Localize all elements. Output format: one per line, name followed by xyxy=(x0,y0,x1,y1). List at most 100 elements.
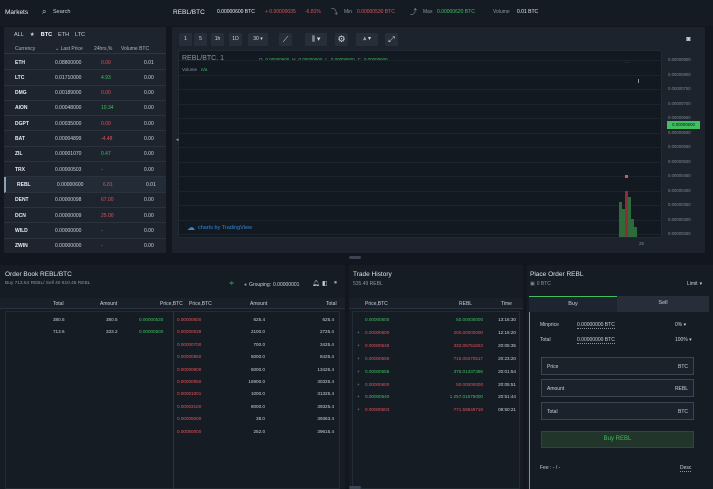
fullscreen-icon[interactable]: ⤢ xyxy=(385,33,398,46)
sell-price: 0.00000700 xyxy=(177,341,202,347)
trade-amount: 1 257.01675000 xyxy=(449,394,483,400)
orderbook-buy-row[interactable]: 380.5 380.5 0.00000530 xyxy=(0,315,173,327)
col-last-price[interactable]: ⌄ Last Price xyxy=(55,46,83,52)
price-tick: 0.00000550 xyxy=(668,144,691,149)
minprice-pct-dropdown[interactable]: 0% ▾ xyxy=(675,322,686,328)
trade-sign: + xyxy=(357,368,360,374)
trade-price: 0.00000600 xyxy=(365,381,390,387)
price-field[interactable]: Price BTC xyxy=(541,357,694,375)
bell-icon[interactable]: 🔔︎ xyxy=(312,280,320,287)
volume-value: 0.01 BTC xyxy=(517,9,539,15)
market-row[interactable]: ZWIN 0.00000000 - 0.00 xyxy=(4,239,166,253)
orderbook-sell-row[interactable]: 0.00000900 5000.0 13425.4 xyxy=(174,365,345,377)
camera-icon[interactable]: ◙ xyxy=(682,33,695,46)
trade-sign: + xyxy=(357,381,360,387)
sell-total: 39615.4 xyxy=(317,428,334,434)
minprice-value[interactable]: 0.00000000 BTC xyxy=(577,322,615,329)
sell-amount: 16900.0 xyxy=(248,379,265,384)
tab-buy[interactable]: Buy xyxy=(529,296,617,312)
tab-sell[interactable]: Sell xyxy=(617,296,709,312)
price-tick: 0.00000350 xyxy=(668,202,691,207)
total-field[interactable]: Total BTC xyxy=(541,402,694,420)
split-view-icon[interactable]: ◧ xyxy=(322,280,328,287)
chart-plot-area[interactable]: REBL/BTC, 1 O0.00000600 H0.00000600 L0.0… xyxy=(178,50,663,246)
trade-price: 0.00000600 xyxy=(365,329,390,335)
trade-amount: 50.00000000 xyxy=(456,381,483,387)
orderbook-buy-row[interactable]: 713.6 333.2 0.00000500 xyxy=(0,327,173,339)
orderbook-sell-row[interactable]: 0.00001001 1000.0 31325.4 xyxy=(174,389,345,401)
col-volume[interactable]: Volume BTC xyxy=(121,46,149,52)
orderbook-sell-row[interactable]: 0.00000600 625.4 625.4 xyxy=(174,315,345,327)
interval-1d-button[interactable]: 1D xyxy=(229,33,242,46)
line-chart-icon[interactable]: ⟋ xyxy=(279,33,292,46)
market-row[interactable]: ETH 0.08800000 0.00 0.01 xyxy=(4,55,166,71)
search-input[interactable]: Search xyxy=(53,9,70,15)
price-tick: 0.00000300 xyxy=(668,216,691,222)
pause-icon[interactable]: ⏸︎ xyxy=(334,280,337,287)
grouping-control[interactable]: ● Grouping: 0.00000001 xyxy=(244,282,299,288)
buy-rebl-button[interactable]: Buy REBL xyxy=(541,431,694,448)
filter-icon[interactable]: ≑ xyxy=(229,280,234,287)
orderbook-sell-row[interactable]: 0.00050000 252.0 39615.4 xyxy=(174,427,345,439)
market-row[interactable]: LTC 0.01710000 4.93 0.00 xyxy=(4,70,166,86)
grid-line xyxy=(179,205,663,206)
market-row[interactable]: WILD 0.00000000 - 0.00 xyxy=(4,223,166,239)
market-row[interactable]: TRX 0.00000503 - 0.00 xyxy=(4,162,166,178)
market-price: 0.08800000 xyxy=(55,59,82,66)
col-currency[interactable]: Currency xyxy=(15,46,35,52)
market-row[interactable]: DMG 0.00189000 0.00 0.00 xyxy=(4,86,166,101)
market-change: 4.93 xyxy=(101,74,111,81)
market-row[interactable]: BAT 0.00004899 -4.48 0.00 xyxy=(4,132,166,147)
order-type-dropdown[interactable]: Limit ▾ xyxy=(687,281,702,287)
tab-ltc[interactable]: LTC xyxy=(75,32,85,38)
market-price: 0.00189000 xyxy=(55,90,82,97)
price-tick: 0.00000450 xyxy=(668,173,691,178)
interval-1-button[interactable]: 1 xyxy=(179,33,192,46)
market-row[interactable]: AION 0.00048000 10.34 0.00 xyxy=(4,101,166,117)
col-change[interactable]: 24hrs,% xyxy=(94,46,112,52)
orderbook-sell-row[interactable]: 0.00000700 700.0 3425.4 xyxy=(174,340,345,352)
search-icon[interactable]: ⌕ xyxy=(42,7,46,17)
candles-icon[interactable]: ⫼ ▾ xyxy=(305,33,327,46)
market-row[interactable]: DENT 0.00000098 67.00 0.00 xyxy=(4,193,166,208)
tab-all[interactable]: ALL xyxy=(14,32,24,38)
orderbook-sell-row[interactable]: 0.00000850 5000.0 8425.4 xyxy=(174,352,345,364)
pair-title: REBL/BTC xyxy=(173,9,205,16)
volume-bar xyxy=(634,227,637,237)
orderbook-sell-row[interactable]: 0.00000950 16900.0 30325.4 xyxy=(174,377,345,389)
market-change: 67.00 xyxy=(101,197,114,204)
orderbook-sell-row[interactable]: 0.00003100 8000.0 39325.4 xyxy=(174,402,345,414)
amount-field[interactable]: Amount REBL xyxy=(541,379,694,397)
interval-dropdown[interactable]: 30 ▾ xyxy=(248,33,268,46)
market-row[interactable]: ZIL 0.00001070 0.47 0.00 xyxy=(4,147,166,163)
indicators-icon[interactable]: ⩓ ▾ xyxy=(356,33,378,46)
desc-link[interactable]: Desc xyxy=(680,465,692,472)
trade-row: +0.00000600 50.00000000 20:05:51 xyxy=(349,380,523,392)
trade-time: 20:51:44 xyxy=(498,394,516,400)
market-row[interactable]: DCN 0.00000009 25.00 0.00 xyxy=(4,208,166,224)
market-row[interactable]: DGPT 0.00035000 0.00 0.00 xyxy=(4,116,166,132)
price-tick: 0.00000900 xyxy=(668,57,691,62)
orderbook-sell-row[interactable]: 0.00000639 2100.0 2725.4 xyxy=(174,327,345,339)
interval-1h-button[interactable]: 1h xyxy=(211,33,224,46)
total-pct-dropdown[interactable]: 100% ▾ xyxy=(675,337,692,343)
market-currency: ZIL xyxy=(15,151,23,158)
gear-icon[interactable]: ⚙ xyxy=(335,33,348,46)
tab-btc[interactable]: BTC xyxy=(41,32,52,38)
interval-5-button[interactable]: 5 xyxy=(194,33,207,46)
price-tick: 0.00000700 xyxy=(668,100,691,106)
market-row[interactable]: REBL 0.00000600 6.81 0.01 xyxy=(4,177,166,193)
col-buy-price: Price,BTC xyxy=(160,301,183,307)
orderbook-header: Total Amount Price,BTC Price,BTC Amount … xyxy=(0,298,345,309)
max-value: 0.00000620 BTC xyxy=(437,9,475,15)
tab-favorites[interactable]: ★ xyxy=(30,32,35,38)
trade-amount: 375.01337396 xyxy=(453,368,483,374)
market-volume: 0.00 xyxy=(144,166,154,173)
total-value[interactable]: 0.00000000 BTC xyxy=(577,337,615,344)
tradingview-watermark[interactable]: ☁ charts by TradingView xyxy=(187,223,252,232)
resize-handle-top[interactable] xyxy=(349,256,361,259)
collapse-handle[interactable]: ◂ xyxy=(176,137,179,143)
tab-eth[interactable]: ETH xyxy=(58,32,69,38)
x-tick: 25 xyxy=(639,241,645,246)
orderbook-sell-row[interactable]: 0.00005000 38.0 39363.4 xyxy=(174,414,345,426)
